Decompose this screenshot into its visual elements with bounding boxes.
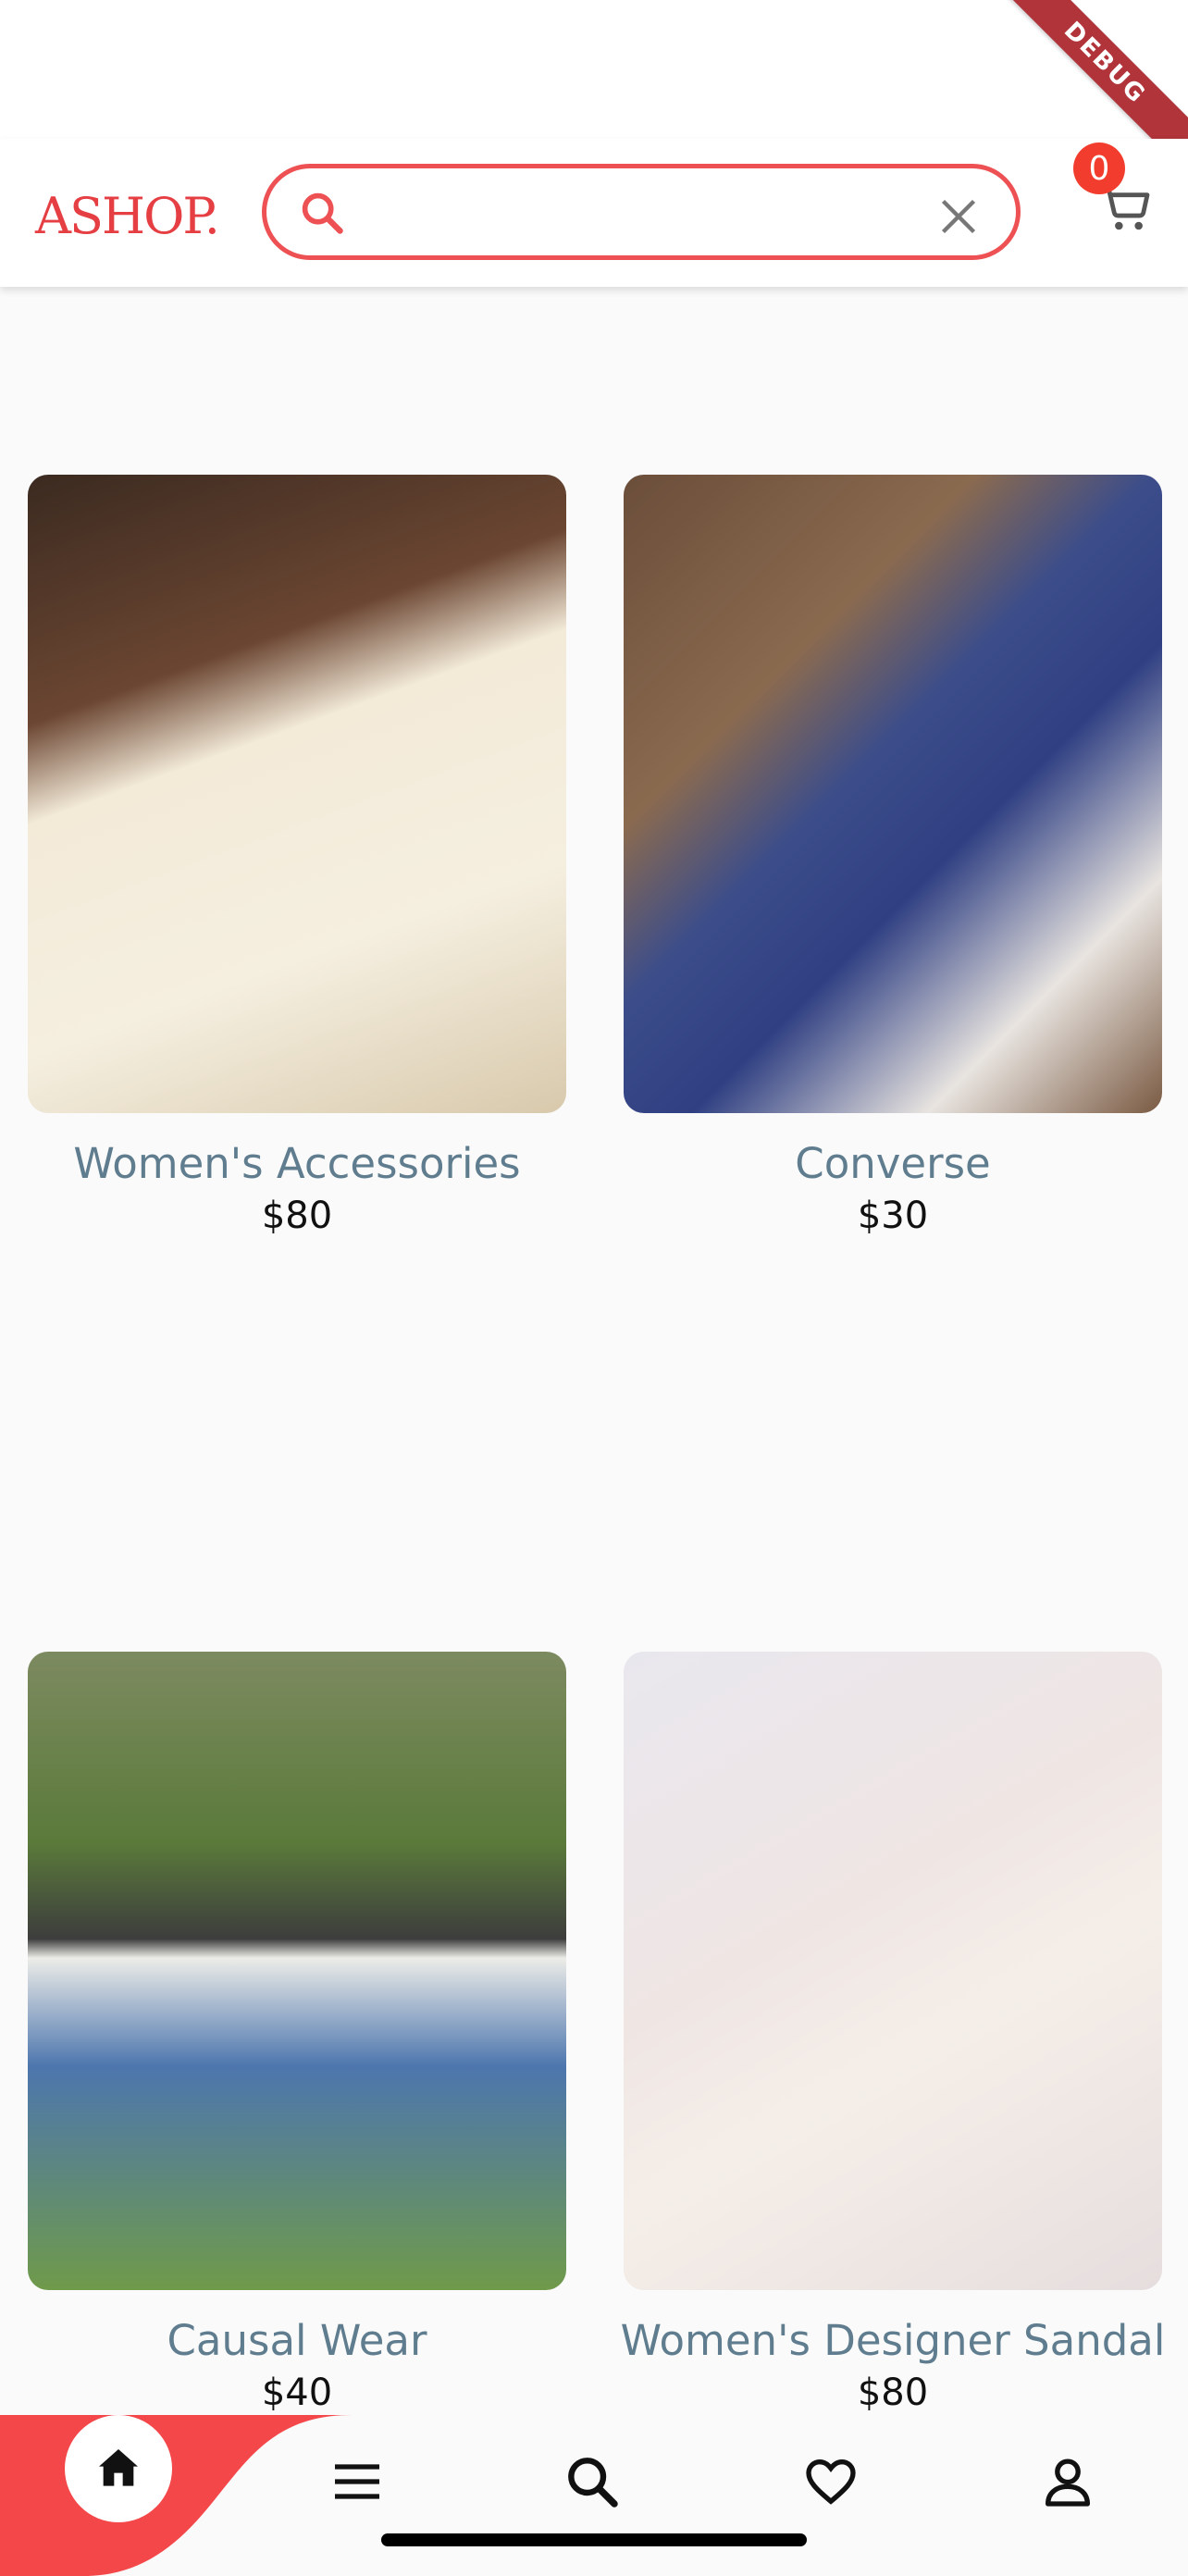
product-image[interactable] [624,475,1162,1113]
search-input[interactable] [368,185,890,242]
product-image[interactable] [28,475,566,1113]
search-icon [302,192,343,234]
search-icon[interactable] [563,2452,622,2511]
product-price: $30 [857,1195,929,1237]
profile-icon[interactable] [1038,2452,1097,2511]
product-image[interactable] [624,1652,1162,2290]
product-name: Converse [795,1139,991,1188]
status-bar [0,0,1188,139]
clear-icon[interactable] [938,196,979,237]
home-indicator [381,2533,807,2546]
product-price: $80 [261,1195,333,1237]
app-bar: ASHOP. 0 [0,139,1188,287]
app-logo: ASHOP. [35,187,220,245]
product-price: $80 [857,2372,929,2414]
product-card[interactable]: Causal Wear $40 [28,1652,566,2414]
product-name: Women's Designer Sandal [620,2316,1166,2365]
product-card[interactable]: Women's Accessories $80 [28,475,566,1237]
heart-icon[interactable] [801,2452,860,2511]
cart-count-badge: 0 [1073,142,1125,194]
product-card[interactable]: Converse $30 [624,475,1162,1237]
home-icon [99,2449,138,2486]
product-name: Women's Accessories [73,1139,521,1188]
product-image[interactable] [28,1652,566,2290]
menu-icon[interactable] [328,2452,387,2511]
search-bar[interactable] [262,164,1021,260]
product-name: Causal Wear [167,2316,427,2365]
product-card[interactable]: Women's Designer Sandal $80 [621,1652,1165,2414]
bottom-navigation [0,2415,1188,2576]
nav-home[interactable] [65,2415,172,2522]
